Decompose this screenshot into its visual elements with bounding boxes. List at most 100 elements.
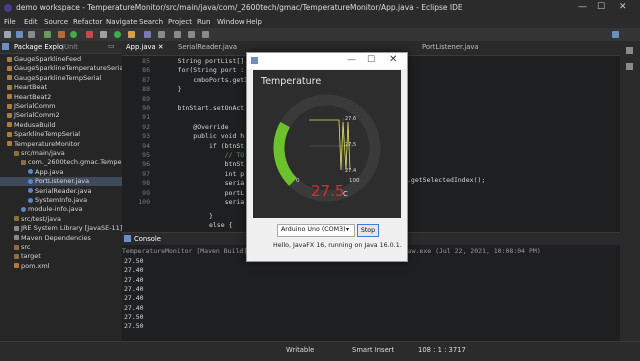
app-close-icon[interactable]: ✕ xyxy=(389,54,397,65)
save-icon[interactable] xyxy=(16,31,23,38)
tree-item[interactable]: PortListener.java xyxy=(0,177,122,187)
tree-item[interactable]: JRE System Library [JavaSE-11] xyxy=(0,224,122,233)
forward-icon[interactable] xyxy=(202,31,209,38)
tree-item[interactable]: HeartBeat xyxy=(0,83,122,92)
tree-item[interactable]: com._2600tech.gmac.Tempera xyxy=(0,158,128,167)
gauge-min-label: 0 xyxy=(296,178,300,184)
minimize-icon[interactable]: — xyxy=(578,2,587,12)
status-writable: Writable xyxy=(286,346,315,354)
app-maximize-icon[interactable]: ☐ xyxy=(367,55,375,65)
line-number-gutter: 85 86 87 88 89 90 91 92 93 94 95 96 97 98 99 100 xyxy=(122,57,152,229)
tab-app-java[interactable]: App.java ✕ xyxy=(126,43,164,51)
menu-file[interactable]: File xyxy=(4,18,16,26)
java-icon xyxy=(21,206,26,212)
tree-item[interactable]: SerialReader.java xyxy=(0,187,122,196)
console-output[interactable]: 27.50 27.40 27.40 27.40 27.40 27.40 27.50 27.50 xyxy=(122,257,620,341)
tree-item-label: src xyxy=(21,243,31,251)
code-line: public void h xyxy=(162,132,245,141)
temperature-app-window: — ☐ ✕ Temperature 27.6 27.5 27.4 0 100 2… xyxy=(246,52,408,262)
tree-item[interactable]: module-info.java xyxy=(0,205,122,214)
tree-item[interactable]: HeartBeat2 xyxy=(0,93,122,102)
tree-item-label: PortListener.java xyxy=(35,177,90,186)
tree-item-label: TemperatureMonitor xyxy=(14,139,80,148)
task-list-icon[interactable] xyxy=(626,63,633,70)
stop-icon[interactable] xyxy=(86,31,93,38)
menu-source[interactable]: Source xyxy=(44,18,68,26)
tab-portlistener-java[interactable]: PortListener.java xyxy=(422,43,479,51)
code-line: } xyxy=(162,85,182,94)
close-icon[interactable]: ✕ xyxy=(619,2,627,12)
java-icon xyxy=(28,169,33,175)
menu-help[interactable]: Help xyxy=(246,18,262,26)
code-line-end: } xyxy=(162,212,213,220)
back-icon[interactable] xyxy=(188,31,195,38)
tree-item-label: pom.xml xyxy=(21,261,50,270)
run-last-icon[interactable] xyxy=(114,31,121,38)
debug-icon[interactable] xyxy=(58,31,65,38)
tree-item[interactable]: src xyxy=(0,243,122,252)
build-icon[interactable] xyxy=(44,31,51,38)
tree-item[interactable]: SparklineTempSerial xyxy=(0,130,122,139)
next-annotation-icon[interactable] xyxy=(174,31,181,38)
tree-item[interactable]: JSerialComm xyxy=(0,102,122,111)
menu-refactor[interactable]: Refactor xyxy=(73,18,102,26)
tree-item[interactable]: pom.xml xyxy=(0,262,122,271)
tab-console[interactable]: Console xyxy=(134,235,161,243)
tool-icon[interactable] xyxy=(100,31,107,38)
menu-edit[interactable]: Edit xyxy=(24,18,38,26)
window-title-bar: demo workspace - TemperatureMonitor/src/… xyxy=(0,0,640,17)
tree-item[interactable]: JSerialComm2 xyxy=(0,111,122,120)
line-number: 93 xyxy=(142,132,150,141)
tab-package-explorer[interactable]: Package Explo xyxy=(14,43,63,51)
tree-item[interactable]: GaugeSparklineTemperatureSerial xyxy=(0,64,125,73)
port-select-value: Arduino Uno (COM3) xyxy=(281,226,346,233)
tree-item[interactable]: target xyxy=(0,252,122,261)
tree-item[interactable]: SystemInfo.java xyxy=(0,196,122,205)
tree-item-label: GaugeSparklineFeed xyxy=(14,55,82,63)
new-icon[interactable] xyxy=(4,31,11,38)
app-minimize-icon[interactable]: — xyxy=(347,55,356,65)
tree-item[interactable]: GaugeSparklineFeed xyxy=(0,55,122,64)
project-icon xyxy=(7,56,12,62)
open-type-icon[interactable] xyxy=(144,31,151,38)
code-line: btnSt xyxy=(162,160,245,169)
stop-button[interactable]: Stop xyxy=(357,224,379,237)
src-icon xyxy=(14,253,19,259)
tree-item[interactable]: GaugeSparklineTempSerial xyxy=(0,74,122,83)
lib-icon xyxy=(14,235,19,241)
perspective-icon[interactable] xyxy=(612,31,619,38)
outline-icon[interactable] xyxy=(626,47,633,54)
search-icon[interactable] xyxy=(158,31,165,38)
tab-label: SerialReader.java xyxy=(178,43,238,51)
minimize-panel-icon[interactable]: ▭ xyxy=(108,42,115,50)
line-number: 89 xyxy=(142,94,150,103)
line-number: 88 xyxy=(142,85,150,94)
menu-navigate[interactable]: Navigate xyxy=(106,18,137,26)
save-all-icon[interactable] xyxy=(28,31,35,38)
menu-search[interactable]: Search xyxy=(139,18,163,26)
external-tools-icon[interactable] xyxy=(128,31,135,38)
run-icon[interactable] xyxy=(70,31,77,38)
sparkline-label-high: 27.6 xyxy=(345,116,356,122)
code-line: @Override xyxy=(162,122,229,131)
tree-item[interactable]: Maven Dependencies xyxy=(0,234,122,243)
maximize-icon[interactable]: ☐ xyxy=(597,2,605,12)
line-number: 99 xyxy=(142,188,150,197)
menu-run[interactable]: Run xyxy=(197,18,210,26)
tab-junit[interactable]: JUnit xyxy=(62,43,78,51)
menu-project[interactable]: Project xyxy=(168,18,192,26)
port-select[interactable]: Arduino Uno (COM3) ▾ xyxy=(277,224,355,237)
tree-item[interactable]: App.java xyxy=(0,168,122,177)
status-bar: Writable Smart Insert 108 : 1 : 3717 xyxy=(0,341,640,361)
java-icon xyxy=(28,178,33,184)
menu-window[interactable]: Window xyxy=(217,18,245,26)
tree-item[interactable]: TemperatureMonitor xyxy=(0,140,122,149)
console-line: 27.50 xyxy=(124,312,144,321)
gauge-unit: C xyxy=(343,190,348,198)
tree-item[interactable]: src/test/java xyxy=(0,215,122,224)
eclipse-icon xyxy=(4,4,12,12)
tree-item[interactable]: src/main/java xyxy=(0,149,122,158)
temperature-gauge: 27.6 27.5 27.4 0 100 27.5 C xyxy=(273,94,381,202)
tab-serialreader-java[interactable]: SerialReader.java xyxy=(178,43,237,51)
tree-item[interactable]: MedusaBuild xyxy=(0,121,122,130)
